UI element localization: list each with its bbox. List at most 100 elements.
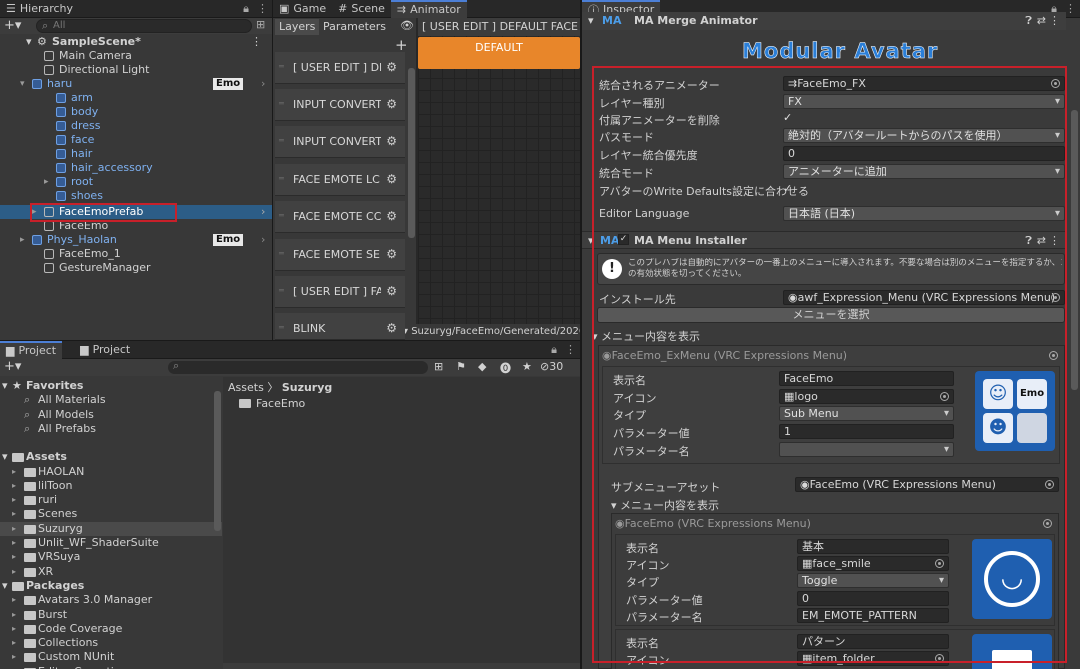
hierarchy-item[interactable]: ▸ Phys_Haolan Emo ›	[0, 233, 272, 247]
tab-project-2[interactable]: ▆ Project	[74, 341, 136, 359]
inspector-scrollbar[interactable]	[1071, 110, 1078, 390]
expand-arrow-icon[interactable]: ▸	[12, 550, 16, 564]
search-by-label-icon[interactable]: ⚑	[456, 360, 466, 373]
asset-folder[interactable]: ▸ XR	[0, 565, 222, 579]
gear-icon[interactable]: ⚙	[386, 209, 397, 223]
expand-arrow-icon[interactable]: ▸	[12, 536, 16, 550]
expand-arrow-icon[interactable]: ▸	[12, 665, 16, 669]
graph-breadcrumb[interactable]: [ USER EDIT ] DEFAULT FACE	[418, 18, 580, 36]
default-state-node[interactable]: DEFAULT	[418, 37, 580, 69]
asset-folder[interactable]: ▸ Scenes	[0, 507, 222, 521]
expand-arrow-icon[interactable]: ▸	[12, 522, 16, 536]
expand-arrow-icon[interactable]: ▸	[12, 493, 16, 507]
graph-area[interactable]: [ USER EDIT ] DEFAULT FACE DEFAULT	[418, 18, 580, 324]
lock-icon[interactable]: 🔒︎	[243, 2, 249, 16]
layer-item[interactable]: ═ FACE EMOTE LC ⚙	[275, 164, 405, 196]
package-folder[interactable]: ▸ Burst	[0, 608, 222, 622]
help-icon[interactable]: ❓︎	[1025, 14, 1032, 28]
add-button[interactable]: +▾	[4, 18, 21, 33]
hierarchy-item[interactable]: body	[0, 105, 272, 119]
packages-header[interactable]: ▾ Packages	[0, 579, 222, 593]
hierarchy-item[interactable]: hair	[0, 147, 272, 161]
gear-icon[interactable]: ⚙	[386, 284, 397, 298]
chevron-right-icon[interactable]: ›	[261, 205, 265, 219]
hierarchy-item[interactable]: shoes	[0, 189, 272, 203]
gear-icon[interactable]: ⚙	[386, 97, 397, 111]
favorite-item[interactable]: ⌕ All Materials	[0, 393, 222, 407]
package-folder[interactable]: ▸ Avatars 3.0 Manager	[0, 593, 222, 607]
layer-item[interactable]: ═ FACE EMOTE SE ⚙	[275, 239, 405, 271]
expand-arrow-icon[interactable]: ▾	[2, 450, 8, 464]
hierarchy-item[interactable]: ▾ haru Emo ›	[0, 77, 272, 91]
asset-folder[interactable]: ▸ HAOLAN	[0, 465, 222, 479]
asset-folder[interactable]: ▸ Unlit_WF_ShaderSuite	[0, 536, 222, 550]
expand-arrow-icon[interactable]: ▸	[12, 479, 16, 493]
layer-item[interactable]: ═ BLINK ⚙	[275, 313, 405, 340]
drag-handle-icon[interactable]: ═	[279, 174, 284, 183]
expand-arrow-icon[interactable]: ▸	[12, 622, 16, 636]
drag-handle-icon[interactable]: ═	[279, 323, 284, 332]
preset-icon[interactable]: ⇄	[1037, 14, 1046, 27]
tab-game[interactable]: ▣ Game	[273, 0, 332, 18]
layer-item[interactable]: ═ [ USER EDIT ] FA ⚙	[275, 276, 405, 308]
scene-menu-icon[interactable]: ⋮	[251, 35, 262, 49]
package-folder[interactable]: ▸ Code Coverage	[0, 622, 222, 636]
merge-animator-header[interactable]: ▾ ⅯA MA Merge Animator ❓︎ ⇄ ⋮	[582, 12, 1066, 30]
drag-handle-icon[interactable]: ═	[279, 99, 284, 108]
warning-icon[interactable]: ⓿	[500, 360, 511, 376]
layer-item[interactable]: ═ INPUT CONVERT ⚙	[275, 89, 405, 121]
favorite-item[interactable]: ⌕ All Models	[0, 408, 222, 422]
favorites-header[interactable]: ▾ ★ Favorites	[0, 379, 222, 393]
layer-item[interactable]: ═ INPUT CONVERT ⚙	[275, 126, 405, 158]
expand-arrow-icon[interactable]: ▸	[12, 636, 16, 650]
tab-project[interactable]: ▆ Project	[0, 341, 63, 359]
hierarchy-item[interactable]: face	[0, 133, 272, 147]
drag-handle-icon[interactable]: ═	[279, 136, 284, 145]
more-menu-icon[interactable]: ⋮	[1065, 2, 1076, 16]
tag-icon[interactable]: ◆	[478, 360, 486, 373]
lock-icon[interactable]: 🔒︎	[551, 343, 557, 357]
chevron-right-icon[interactable]: ›	[261, 233, 265, 247]
hierarchy-item[interactable]: arm	[0, 91, 272, 105]
package-folder[interactable]: ▸Editor Coroutines	[0, 665, 222, 669]
expand-arrow-icon[interactable]: ▸	[12, 465, 16, 479]
more-menu-icon[interactable]: ⋮	[257, 2, 268, 16]
gear-icon[interactable]: ⚙	[386, 172, 397, 186]
hierarchy-search-input[interactable]: ⌕ All	[36, 19, 252, 33]
expand-arrow-icon[interactable]: ▸	[12, 507, 16, 521]
content-item-faceemo[interactable]: FaceEmo	[239, 397, 305, 410]
hierarchy-item[interactable]: hair_accessory	[0, 161, 272, 175]
drag-handle-icon[interactable]: ═	[279, 286, 284, 295]
create-button[interactable]: +▾	[4, 359, 21, 374]
search-filter-icon[interactable]: ⊞	[256, 18, 265, 31]
subtab-layers[interactable]: Layers	[275, 19, 319, 35]
asset-folder[interactable]: ▸ lilToon	[0, 479, 222, 493]
layer-item[interactable]: ═ [ USER EDIT ] DE ⚙	[275, 52, 405, 84]
drag-handle-icon[interactable]: ═	[279, 249, 284, 258]
eye-icon[interactable]: 👁︎	[400, 19, 414, 32]
package-folder[interactable]: ▸ Collections	[0, 636, 222, 650]
hierarchy-item[interactable]: ▸ root	[0, 175, 272, 189]
expand-arrow-icon[interactable]: ▸	[20, 233, 25, 247]
expand-arrow-icon[interactable]: ▾	[588, 14, 594, 27]
expand-arrow-icon[interactable]: ▸	[12, 650, 16, 664]
search-by-type-icon[interactable]: ⊞	[434, 360, 443, 373]
layer-item[interactable]: ═ FACE EMOTE CC ⚙	[275, 201, 405, 233]
hierarchy-item[interactable]: FaceEmo_1	[0, 247, 272, 261]
tab-scene[interactable]: # Scene	[332, 0, 391, 18]
drag-handle-icon[interactable]: ═	[279, 62, 284, 71]
asset-folder[interactable]: ▸ ruri	[0, 493, 222, 507]
gear-icon[interactable]: ⚙	[386, 321, 397, 335]
hierarchy-item[interactable]: Directional Light	[0, 63, 272, 77]
hierarchy-item[interactable]: dress	[0, 119, 272, 133]
scene-row[interactable]: ▾ ⚙ SampleScene* ⋮	[0, 35, 272, 49]
asset-folder[interactable]: ▸ Suzuryg	[0, 521, 222, 536]
expand-arrow-icon[interactable]: ▸	[12, 593, 16, 607]
gear-icon[interactable]: ⚙	[386, 247, 397, 261]
subtab-parameters[interactable]: Parameters	[323, 19, 386, 35]
expand-arrow-icon[interactable]: ▾	[26, 35, 32, 49]
tab-animator[interactable]: ⇉ Animator	[390, 0, 467, 18]
asset-folder[interactable]: ▸ VRSuya	[0, 550, 222, 564]
expand-arrow-icon[interactable]: ▸	[44, 175, 49, 189]
zoom-slider[interactable]	[223, 663, 580, 669]
